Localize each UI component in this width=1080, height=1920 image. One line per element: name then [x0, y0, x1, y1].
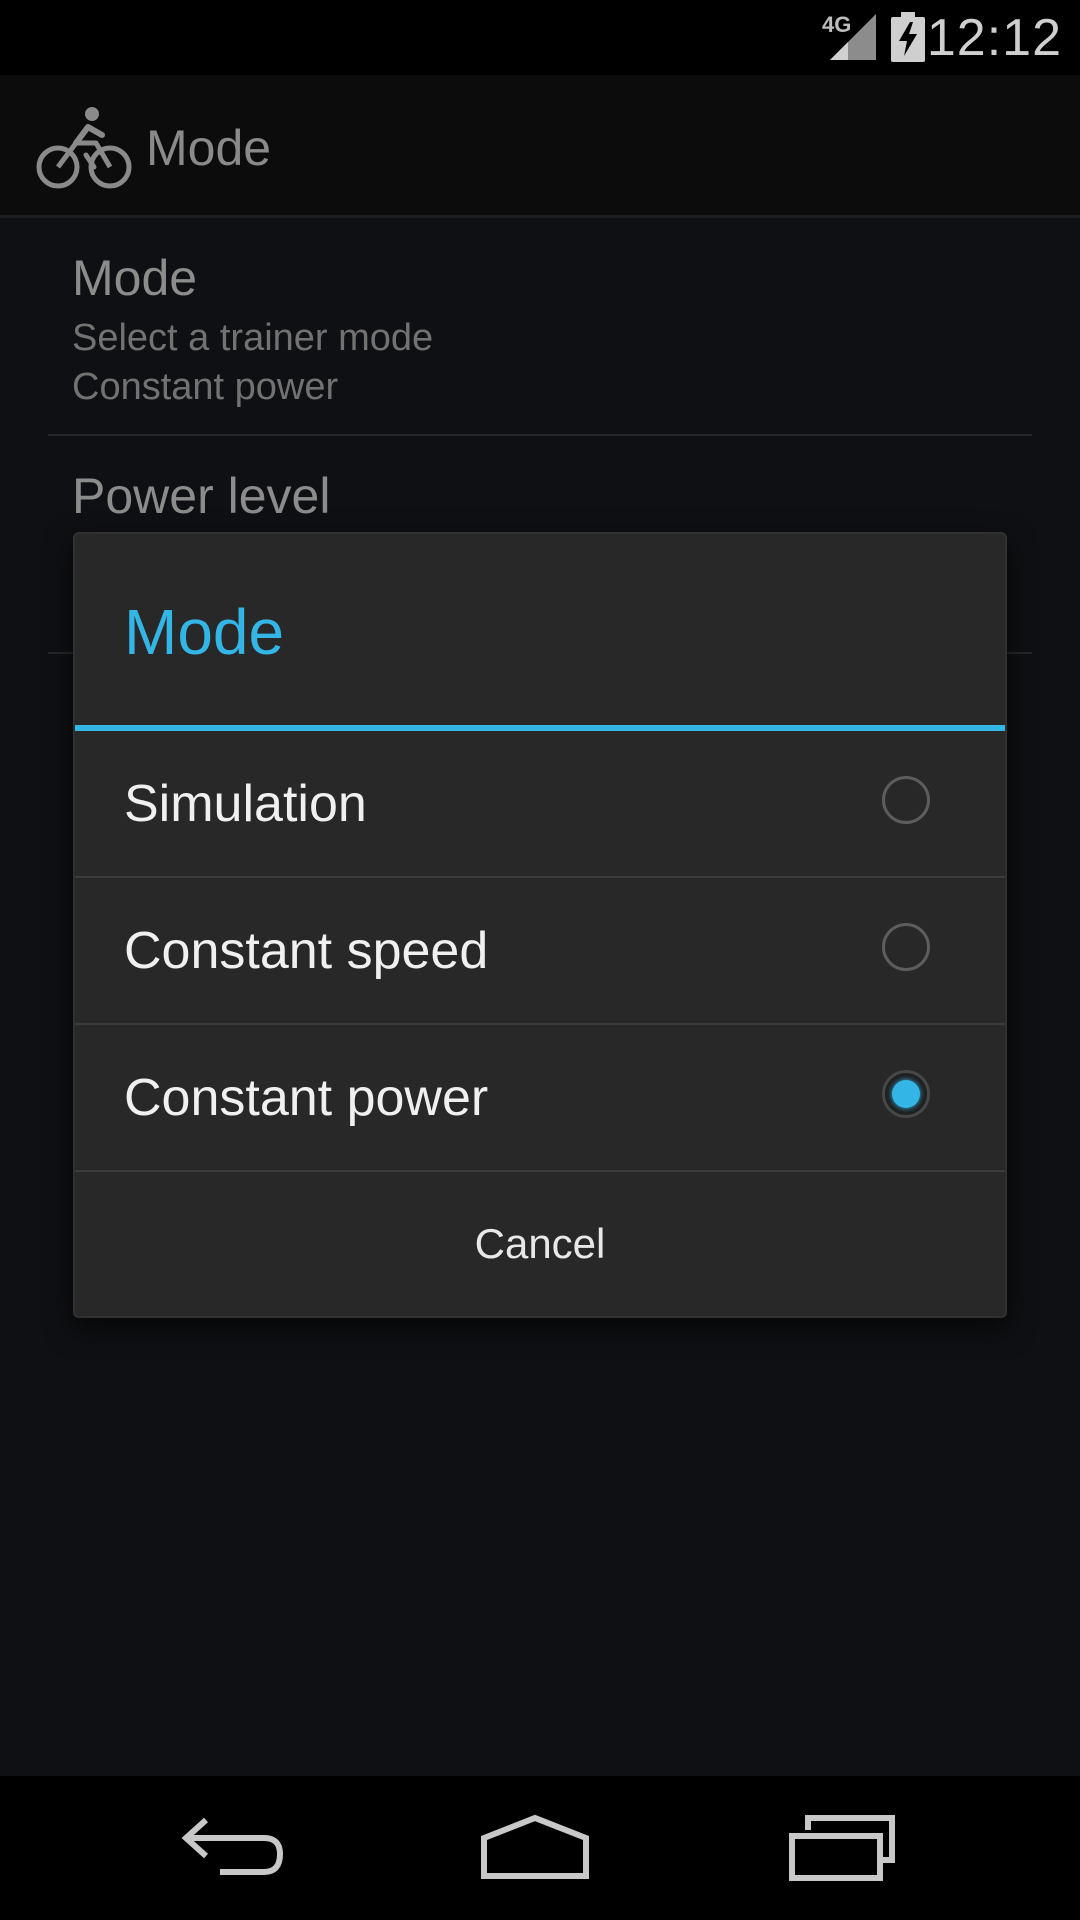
status-bar: 4G 12:12 [0, 0, 1080, 75]
action-bar: Mode [0, 75, 1080, 218]
dialog-title: Mode [124, 596, 285, 668]
preference-title: Mode [72, 250, 198, 306]
signal-icon [830, 14, 876, 60]
home-icon[interactable] [478, 1814, 592, 1882]
option-label: Simulation [124, 775, 367, 833]
preference-summary-line: Constant power [72, 366, 339, 408]
preference-title: Power level [72, 468, 331, 524]
preference-mode[interactable]: Mode Select a trainer mode Constant powe… [48, 218, 1032, 436]
option-constant-speed[interactable]: Constant speed [75, 878, 1005, 1025]
back-icon[interactable] [180, 1814, 290, 1882]
bicycle-icon[interactable] [36, 105, 132, 191]
option-constant-power[interactable]: Constant power [75, 1025, 1005, 1172]
status-time: 12:12 [926, 9, 1062, 67]
radio-unchecked-icon[interactable] [882, 923, 930, 971]
option-simulation[interactable]: Simulation [75, 731, 1005, 878]
recents-icon[interactable] [786, 1814, 896, 1882]
radio-checked-icon[interactable] [882, 1070, 930, 1118]
option-label: Constant power [124, 1069, 489, 1127]
screen: 4G 12:12 Mode Mode Select a trainer mode… [0, 0, 1080, 1920]
preference-summary-line: Select a trainer mode [72, 317, 434, 359]
radio-selected-dot [892, 1080, 920, 1108]
navigation-bar [0, 1776, 1080, 1920]
mode-dialog: Mode Simulation Constant speed Constant … [75, 534, 1005, 1316]
cancel-button[interactable]: Cancel [75, 1172, 1005, 1316]
battery-charging-icon [891, 12, 925, 62]
action-bar-title: Mode [146, 120, 272, 176]
radio-unchecked-icon[interactable] [882, 776, 930, 824]
option-label: Constant speed [124, 922, 489, 980]
